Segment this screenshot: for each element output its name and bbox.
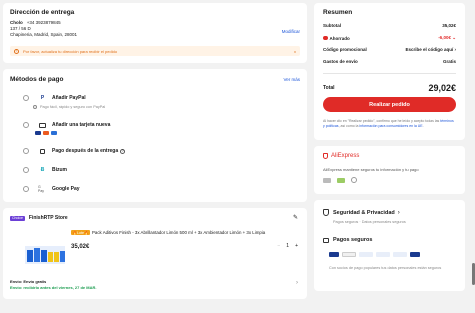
secure-payments-text: Con socios de pago populares tus datos p… [329,266,442,270]
modify-address-link[interactable]: Modificar [282,29,300,34]
store-card: Choice FinishRTP Store ✎ 🔥Lote🔥 Pack Adi… [3,208,307,299]
info-icon [33,105,37,109]
product-price: 35,02€ [71,244,90,250]
quantity-minus-button[interactable]: − [277,243,280,249]
aliexpress-logo: AliExpress [331,153,360,159]
payment-partner-logos [329,252,420,257]
credit-card-icon [38,122,47,128]
shipping-free: Envío: Envío gratis [10,279,47,284]
bizum-label: Bizum [52,167,67,173]
payment-option-paypal[interactable]: P Añadir PayPal [23,95,86,101]
shipping-date: Envío: recibirlo antes del viernes, 27 d… [10,285,97,290]
discount-icon [323,35,328,41]
google-pay-icon: G Pay [38,185,45,193]
paypal-label: Añadir PayPal [52,95,86,101]
chevron-right-icon: › [454,47,457,52]
consumer-info-link[interactable]: información para consumidores en la UE [359,124,422,128]
total-row: Total 29,02€ [323,83,456,93]
warning-icon: ! [14,48,19,54]
shield-check-icon [323,209,329,216]
mastercard-logo-icon [342,252,356,257]
card-brand-icons [35,131,59,135]
visa-logo-icon [329,252,339,257]
address-line-2: Chapineria, Madrid, Spain, 28001 [10,32,78,37]
pay-later-label: Pago después de la entrega [52,148,119,154]
subtotal-row: Subtotal 35,02€ [323,23,456,28]
chevron-right-icon[interactable]: › [296,280,298,286]
radio-pay-later[interactable] [23,148,29,154]
address-line-1: 137 / 56 D [10,26,31,31]
help-icon[interactable]: ? [120,148,126,154]
amex-icon [51,131,57,135]
google-pay-label: Google Pay [52,186,80,192]
place-order-button[interactable]: Realizar pedido [323,97,456,112]
security-card: Seguridad & Privacidad › Pagos seguros ·… [314,200,465,291]
quantity-value[interactable]: 1 [286,243,289,249]
paypal-icon: P [40,95,45,101]
promo-code-input[interactable]: Escribe el código aquí [405,47,453,52]
card-label: Añadir una tarjeta nueva [52,122,111,128]
chevron-down-icon: ⌄ [452,35,456,40]
visa-icon [35,131,41,135]
summary-divider [323,73,456,74]
bizum-icon: Ƀ [40,167,45,173]
amex-logo-icon [393,252,407,257]
payment-security-icon [323,177,331,183]
secure-payments-title: Pagos seguros [333,237,373,243]
product-image [23,228,67,268]
payment-title: Métodos de pago [10,76,64,83]
refund-icon [351,177,357,183]
close-icon[interactable]: x [294,49,296,54]
summary-title: Resumen [323,9,353,16]
radio-bizum[interactable] [23,167,29,173]
security-privacy-link[interactable]: Seguridad & Privacidad › [323,209,400,216]
shipping-cost-row: Gastos de envío Gratis [323,59,456,64]
aliexpress-assurance-text: AliExpress mantiene seguros tu informaci… [323,167,419,172]
lock-icon [323,237,329,243]
store-name: FinishRTP Store [28,215,68,221]
payment-methods-card: Métodos de pago Ver más P Añadir PayPal … [3,69,307,202]
edit-icon[interactable]: ✎ [293,214,298,221]
radio-paypal[interactable] [23,95,29,101]
security-subtext: Pagos seguros · Datos personales seguros [333,220,406,224]
address-warning: ! Por favor, actualiza tu dirección para… [10,46,300,56]
radio-card[interactable] [23,122,29,128]
pci-logo-icon [410,252,420,257]
delivery-guarantee-icon [337,177,345,183]
recipient-phone: +34 3923879845 [26,20,61,25]
payment-option-card[interactable]: Añadir una tarjeta nueva [23,122,110,128]
paypal-logo-icon [359,252,373,257]
payment-option-pay-later[interactable]: Pago después de la entrega ? [23,148,126,154]
recipient-name: Cholo [10,20,23,25]
summary-card: Resumen Subtotal 35,02€ Ahorrado -6,00€ … [314,3,465,140]
quantity-plus-button[interactable]: + [295,243,298,249]
delivery-title: Dirección de entrega [10,9,75,16]
safe-pay-logo-icon [376,252,390,257]
promo-row[interactable]: Código promocional Escribe el código aqu… [323,47,456,52]
saved-row[interactable]: Ahorrado -6,00€ ⌄ [323,35,456,41]
quantity-stepper: − 1 + [277,243,298,249]
payment-option-google-pay[interactable]: G Pay Google Pay [23,185,80,193]
terms-text: Al hacer clic en "Realizar pedido", conf… [323,119,454,128]
chevron-right-icon: › [397,209,400,216]
radio-google-pay[interactable] [23,186,29,192]
warning-text: Por favor, actualiza tu dirección para r… [23,48,118,54]
aliexpress-assurance-card: AliExpress AliExpress mantiene seguros t… [314,146,465,194]
delivery-card: Dirección de entrega Cholo +34 392387984… [3,3,307,63]
calendar-icon [38,148,47,154]
shield-icon [323,153,328,159]
paypal-subtext: Pago fácil, rápido y seguro con PayPal [33,105,105,109]
mastercard-icon [43,131,49,135]
payment-option-bizum[interactable]: Ƀ Bizum [23,167,67,173]
choice-badge: Choice [10,215,25,221]
product-tag: 🔥Lote🔥 [71,230,90,235]
see-more-link[interactable]: Ver más [283,77,300,82]
product-title[interactable]: Pack Aditivos Finish - 3x Abrillantador … [92,230,265,235]
